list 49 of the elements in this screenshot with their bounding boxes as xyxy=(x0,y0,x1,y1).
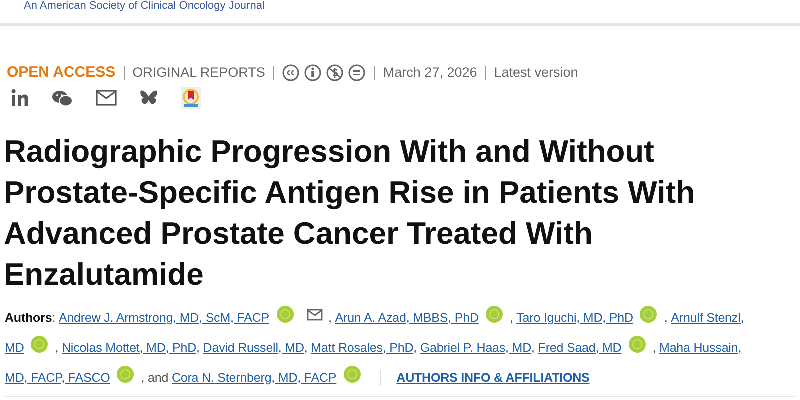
email-icon[interactable] xyxy=(306,309,323,321)
separator-text: , xyxy=(304,340,309,357)
author-link[interactable]: Matt Rosales, PhD xyxy=(311,338,414,358)
author-link[interactable]: Taro Iguchi, MD, PhD xyxy=(516,308,634,328)
creative-commons-icon xyxy=(282,64,300,82)
author-link[interactable]: MD xyxy=(5,338,24,358)
linkedin-icon[interactable] xyxy=(11,89,29,107)
separator-text: , xyxy=(664,310,669,327)
separator-text: , xyxy=(652,340,658,357)
orcid-icon[interactable] xyxy=(31,336,48,352)
version-label: Latest version xyxy=(494,64,578,82)
separator-text: , xyxy=(196,340,201,357)
orcid-icon[interactable] xyxy=(276,306,294,322)
email-icon[interactable] xyxy=(96,90,117,106)
article-type: ORIGINAL REPORTS xyxy=(132,64,266,82)
author-link[interactable]: Fred Saad, MD xyxy=(538,338,622,358)
separator-text: , xyxy=(532,340,536,357)
separator-text: , xyxy=(510,310,514,327)
noncommercial-icon xyxy=(326,64,344,82)
article-title: Radiographic Progression With and Without Prostate-Specific Antigen Rise in Patients With Advanced Prostate Cancer Treated With Enzalutamide xyxy=(4,133,696,294)
orcid-icon[interactable] xyxy=(628,336,646,352)
attribution-icon xyxy=(304,64,322,82)
separator-text: , and xyxy=(141,370,170,387)
author-link[interactable]: MD, FACP, FASCO xyxy=(5,368,110,388)
open-access-label: OPEN ACCESS xyxy=(7,62,116,83)
author-link[interactable]: Arnulf Stenzl, xyxy=(671,308,744,328)
no-derivatives-icon xyxy=(348,64,366,82)
separator-text: : xyxy=(52,310,57,327)
orcid-icon[interactable] xyxy=(344,366,361,382)
separator-text: , xyxy=(414,340,418,357)
authors-info-link[interactable]: AUTHORS INFO & AFFILIATIONS xyxy=(396,368,590,388)
orcid-icon[interactable] xyxy=(640,306,658,322)
author-link[interactable]: David Russell, MD xyxy=(203,338,304,358)
journal-tagline: An American Society of Clinical Oncology Journal xyxy=(24,0,265,13)
author-link[interactable]: Arun A. Azad, MBBS, PhD xyxy=(335,308,479,328)
orcid-icon[interactable] xyxy=(117,366,134,382)
orcid-icon[interactable] xyxy=(486,306,503,322)
authors-label: Authors xyxy=(5,310,52,327)
author-link[interactable]: Cora N. Sternberg, MD, FACP xyxy=(172,368,337,388)
chat-bubbles-icon[interactable] xyxy=(52,90,73,106)
separator-text: , xyxy=(55,340,60,357)
author-link[interactable]: Nicolas Mottet, MD, PhD xyxy=(62,338,197,358)
separator-text: , xyxy=(328,310,333,327)
butterfly-icon[interactable] xyxy=(140,90,158,106)
bookmark-app-icon[interactable] xyxy=(181,87,201,109)
author-link[interactable]: Gabriel P. Haas, MD xyxy=(420,338,532,358)
author-link[interactable]: Andrew J. Armstrong, MD, ScM, FACP xyxy=(58,308,270,328)
publication-date: March 27, 2026 xyxy=(383,64,478,82)
author-link[interactable]: Maha Hussain, xyxy=(660,338,742,358)
